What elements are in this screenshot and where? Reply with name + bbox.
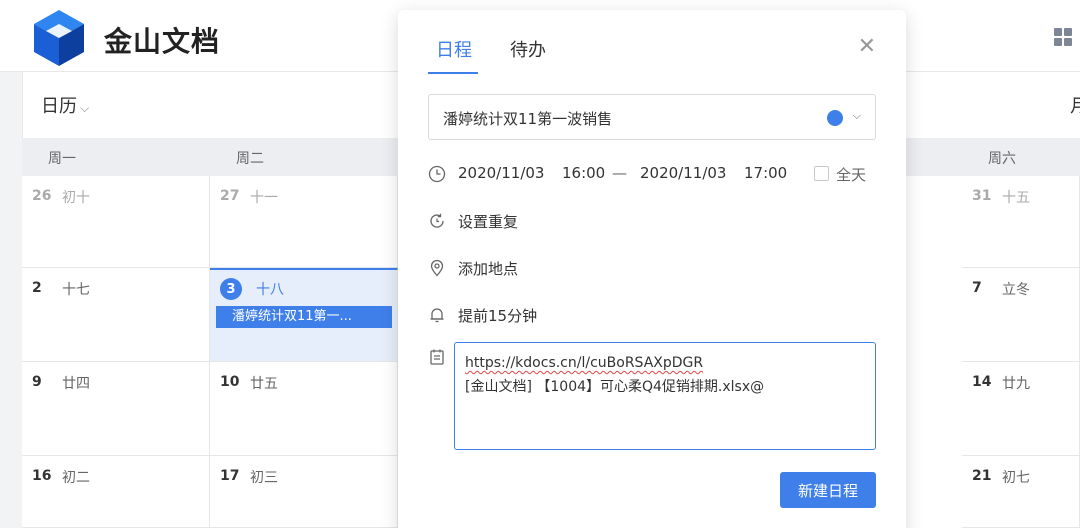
location-pin-icon xyxy=(430,259,444,277)
day-cell[interactable]: 26 初十 xyxy=(22,176,210,268)
day-cell[interactable]: 9 廿四 xyxy=(22,362,210,456)
tab-schedule[interactable]: 日程 xyxy=(436,36,472,62)
day-cell[interactable]: 27 十一 xyxy=(210,176,398,268)
event-title-input[interactable]: 潘婷统计双11第一波销售 ⌵ xyxy=(428,94,876,140)
event-title-text: 潘婷统计双11第一波销售 xyxy=(443,110,613,128)
allday-label: 全天 xyxy=(836,166,867,184)
lunar-date: 廿九 xyxy=(1002,376,1030,392)
chevron-down-icon: ⌵ xyxy=(80,101,90,115)
notes-line: [金山文档] 【1004】可心柔Q4促销排期.xlsx@ xyxy=(465,379,765,395)
bell-icon xyxy=(430,308,444,323)
kdocs-logo-icon xyxy=(34,10,84,66)
repeat-icon xyxy=(430,213,444,228)
location-label: 添加地点 xyxy=(458,260,519,278)
apps-grid-icon[interactable] xyxy=(1054,28,1072,46)
brand-name: 金山文档 xyxy=(104,25,221,58)
day-number: 7 xyxy=(972,280,982,296)
day-number: 10 xyxy=(220,374,240,390)
chevron-down-icon[interactable]: ⌵ xyxy=(853,109,861,123)
notes-link[interactable]: https://kdocs.cn/l/cuBoRSAXpDGR xyxy=(465,351,865,375)
lunar-date: 十一 xyxy=(250,190,278,206)
day-cell[interactable]: 21 初七 xyxy=(962,456,1080,528)
time-separator: — xyxy=(612,164,627,182)
day-cell[interactable]: 31 十五 xyxy=(962,176,1080,268)
event-color-picker[interactable] xyxy=(827,110,843,126)
day-cell[interactable]: 10 廿五 xyxy=(210,362,398,456)
lunar-date: 初七 xyxy=(1002,470,1030,486)
create-event-button[interactable]: 新建日程 xyxy=(780,472,876,508)
day-cell[interactable]: 17 初三 xyxy=(210,456,398,528)
notes-textarea[interactable]: https://kdocs.cn/l/cuBoRSAXpDGR [金山文档] 【… xyxy=(454,342,876,450)
notes-icon xyxy=(430,349,444,365)
day-number: 2 xyxy=(32,280,42,296)
day-number: 27 xyxy=(220,188,240,204)
weekday-sat: 周六 xyxy=(988,151,1016,167)
month-view-tab[interactable]: 月 xyxy=(1070,92,1080,118)
day-number: 21 xyxy=(972,468,992,484)
tab-todo[interactable]: 待办 xyxy=(510,36,546,62)
new-event-dialog: 日程 待办 ✕ 潘婷统计双11第一波销售 ⌵ 2020/11/03 16:00 … xyxy=(398,10,906,528)
weekday-tue: 周二 xyxy=(236,151,264,167)
today-badge: 3 xyxy=(220,278,242,300)
lunar-date: 初十 xyxy=(62,190,90,206)
day-number: 31 xyxy=(972,188,992,204)
active-tab-indicator xyxy=(428,72,478,74)
close-icon[interactable]: ✕ xyxy=(858,36,876,58)
day-number: 14 xyxy=(972,374,992,390)
day-cell[interactable]: 16 初二 xyxy=(22,456,210,528)
lunar-date: 立冬 xyxy=(1002,282,1030,298)
reminder-label: 提前15分钟 xyxy=(458,307,538,325)
view-select[interactable]: 日历 ⌵ xyxy=(41,92,89,118)
start-date[interactable]: 2020/11/03 xyxy=(458,164,544,182)
lunar-date: 十五 xyxy=(1002,190,1030,206)
day-cell-today[interactable]: 3 十八 潘婷统计双11第一... xyxy=(210,268,398,362)
lunar-date: 初二 xyxy=(62,470,90,486)
end-date[interactable]: 2020/11/03 xyxy=(640,164,726,182)
day-number: 16 xyxy=(32,468,52,484)
day-cell[interactable]: 7 立冬 xyxy=(962,268,1080,362)
weekday-mon: 周一 xyxy=(48,151,76,167)
lunar-date: 十八 xyxy=(256,282,284,298)
lunar-date: 初三 xyxy=(250,470,278,486)
lunar-date: 十七 xyxy=(62,282,90,298)
lunar-date: 廿五 xyxy=(250,376,278,392)
end-time[interactable]: 17:00 xyxy=(744,164,787,182)
start-time[interactable]: 16:00 xyxy=(562,164,605,182)
repeat-label: 设置重复 xyxy=(458,213,519,231)
view-select-label: 日历 xyxy=(41,96,77,117)
clock-icon xyxy=(428,165,446,183)
time-row: 2020/11/03 16:00 — 2020/11/03 17:00 全天 xyxy=(428,162,876,186)
lunar-date: 廿四 xyxy=(62,376,90,392)
day-number: 26 xyxy=(32,188,52,204)
day-number: 17 xyxy=(220,468,240,484)
allday-checkbox[interactable] xyxy=(814,166,829,181)
event-chip[interactable]: 潘婷统计双11第一... xyxy=(216,306,392,328)
day-number: 9 xyxy=(32,374,42,390)
day-cell[interactable]: 14 廿九 xyxy=(962,362,1080,456)
day-cell[interactable]: 2 十七 xyxy=(22,268,210,362)
